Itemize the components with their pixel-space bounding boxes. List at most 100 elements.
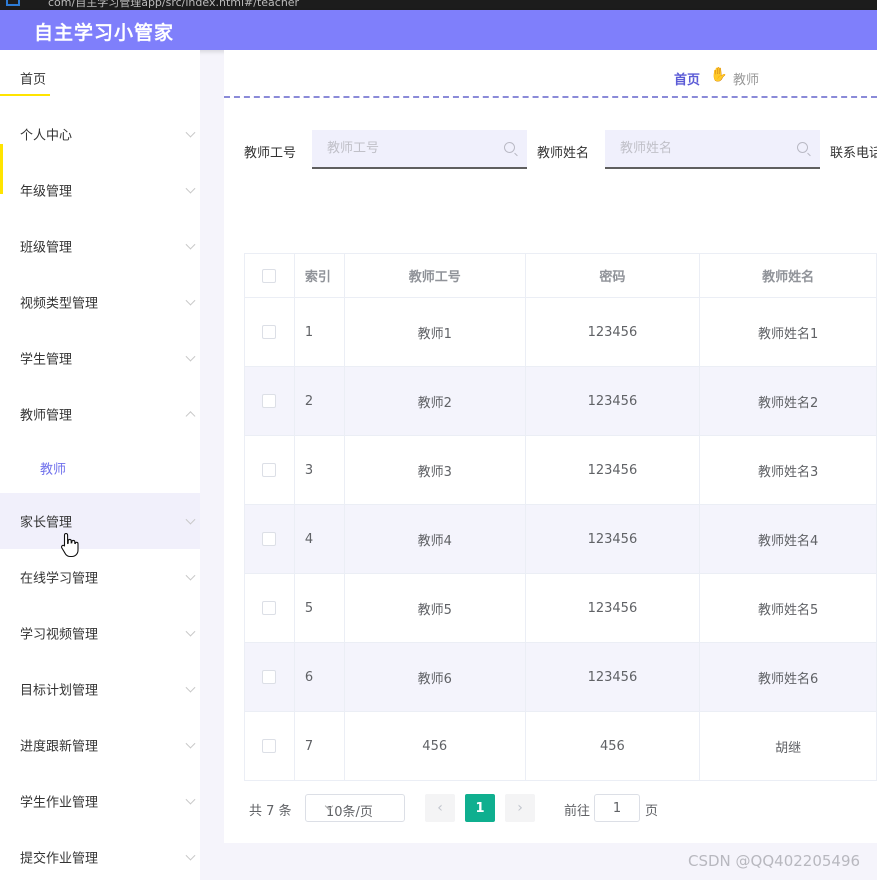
goto-page-input[interactable] (594, 794, 640, 822)
table-row[interactable]: 5 教师5 123456 教师姓名5 (245, 574, 877, 643)
row-password: 456 (525, 712, 701, 781)
column-header-teacher-no: 教师工号 (344, 254, 526, 298)
sidebar-item-label: 进度跟新管理 (20, 739, 99, 755)
page-size-value: 10条/页 (326, 805, 373, 820)
column-header-teacher-name: 教师姓名 (700, 254, 877, 298)
sidebar-item-label: 家长管理 (20, 515, 73, 531)
chevron-down-icon (185, 850, 196, 861)
row-checkbox-cell (245, 367, 295, 436)
teacher-no-label: 教师工号 (244, 146, 297, 161)
teacher-no-input[interactable] (312, 130, 492, 167)
sidebar-item-online-learning[interactable]: 在线学习管理 (0, 549, 200, 605)
sidebar-item-learning-video[interactable]: 学习视频管理 (0, 605, 200, 661)
sidebar-item-label: 学习视频管理 (20, 627, 99, 643)
sidebar-item-teacher[interactable]: 教师管理 (0, 386, 200, 442)
row-index: 2 (294, 367, 345, 436)
search-icon (797, 142, 808, 153)
table-row[interactable]: 3 教师3 123456 教师姓名3 (245, 436, 877, 505)
sidebar-item-student[interactable]: 学生管理 (0, 330, 200, 386)
sidebar-item-grade[interactable]: 年级管理 (0, 162, 200, 218)
table-row[interactable]: 7 456 456 胡继 (245, 712, 877, 781)
sidebar-item-goal-plan[interactable]: 目标计划管理 (0, 661, 200, 717)
row-teacher-no: 456 (344, 712, 526, 781)
chevron-down-icon (185, 239, 196, 250)
sidebar-item-label: 教师管理 (20, 408, 73, 424)
row-teacher-name: 教师姓名3 (700, 436, 877, 505)
row-checkbox-cell (245, 298, 295, 367)
chevron-up-icon (185, 411, 196, 422)
breadcrumb-home[interactable]: 首页 (674, 69, 700, 88)
breadcrumb: 首页 ✋ 教师 (224, 50, 877, 98)
select-all-cell (245, 254, 295, 298)
sidebar-item-label: 个人中心 (20, 128, 73, 144)
row-teacher-name: 教师姓名2 (700, 367, 877, 436)
sidebar-item-label: 首页 (20, 72, 47, 88)
teacher-name-label: 教师姓名 (537, 146, 590, 161)
browser-url: com/自主学习管理app/src/index.html#/teacher (48, 0, 300, 9)
row-checkbox[interactable] (262, 463, 277, 477)
teacher-table: 索引 教师工号 密码 教师姓名 1 教师1 123456 教师姓名1 2 教师2… (244, 253, 877, 781)
row-teacher-name: 教师姓名6 (700, 643, 877, 712)
hand-cursor-icon (60, 532, 79, 558)
prev-page-button[interactable]: ‹ (425, 794, 455, 822)
row-teacher-no: 教师5 (344, 574, 526, 643)
sidebar-item-label: 目标计划管理 (20, 683, 99, 699)
home-underline (0, 94, 50, 96)
table-row[interactable]: 4 教师4 123456 教师姓名4 (245, 505, 877, 574)
row-checkbox-cell (245, 574, 295, 643)
page-number-button[interactable]: 1 (465, 794, 495, 822)
column-header-index: 索引 (294, 254, 345, 298)
sidebar-item-submit-homework[interactable]: 提交作业管理 (0, 829, 200, 880)
breadcrumb-current: 教师 (733, 73, 760, 88)
row-teacher-no: 教师6 (344, 643, 526, 712)
row-password: 123456 (525, 436, 701, 505)
table-header-row: 索引 教师工号 密码 教师姓名 (245, 254, 877, 298)
sidebar-item-class[interactable]: 班级管理 (0, 218, 200, 274)
pagination: 共 7 条 10条/页 ‹ 1 › 前往 页 (244, 793, 864, 823)
row-teacher-name: 教师姓名4 (700, 505, 877, 574)
row-checkbox[interactable] (262, 739, 277, 753)
column-header-password: 密码 (525, 254, 701, 298)
goto-label: 前往 (564, 804, 591, 819)
row-teacher-name: 胡继 (700, 712, 877, 781)
row-index: 5 (294, 574, 345, 643)
chevron-down-icon (185, 351, 196, 362)
row-index: 6 (294, 643, 345, 712)
row-checkbox[interactable] (262, 394, 277, 408)
watermark: CSDN @QQ402205496 (688, 852, 861, 870)
teacher-name-input[interactable] (605, 130, 785, 167)
chevron-down-icon (185, 183, 196, 194)
next-page-button[interactable]: › (505, 794, 535, 822)
sidebar-item-profile[interactable]: 个人中心 (0, 106, 200, 162)
row-checkbox-cell (245, 643, 295, 712)
chevron-down-icon (185, 682, 196, 693)
row-teacher-no: 教师3 (344, 436, 526, 505)
row-index: 1 (294, 298, 345, 367)
row-checkbox[interactable] (262, 670, 277, 684)
row-checkbox-cell (245, 505, 295, 574)
row-checkbox[interactable] (262, 532, 277, 546)
sidebar-item-homework[interactable]: 学生作业管理 (0, 773, 200, 829)
row-teacher-no: 教师2 (344, 367, 526, 436)
row-index: 7 (294, 712, 345, 781)
sidebar-subitem-teacher[interactable]: 教师 (0, 440, 200, 496)
row-teacher-name: 教师姓名5 (700, 574, 877, 643)
row-password: 123456 (525, 298, 701, 367)
pagination-total: 共 7 条 (249, 804, 292, 819)
row-checkbox[interactable] (262, 325, 277, 339)
browser-bar: com/自主学习管理app/src/index.html#/teacher (0, 0, 877, 10)
table-row[interactable]: 2 教师2 123456 教师姓名2 (245, 367, 877, 436)
sidebar-item-progress[interactable]: 进度跟新管理 (0, 717, 200, 773)
sidebar-item-video-type[interactable]: 视频类型管理 (0, 274, 200, 330)
table-row[interactable]: 1 教师1 123456 教师姓名1 (245, 298, 877, 367)
sidebar-item-parent[interactable]: 家长管理 (0, 493, 200, 549)
sidebar-subitem-label: 教师 (40, 462, 67, 478)
row-password: 123456 (525, 643, 701, 712)
row-checkbox[interactable] (262, 601, 277, 615)
page-size-select[interactable]: 10条/页 (305, 794, 405, 822)
sidebar-item-label: 班级管理 (20, 240, 73, 256)
select-all-checkbox[interactable] (262, 268, 277, 283)
table-row[interactable]: 6 教师6 123456 教师姓名6 (245, 643, 877, 712)
row-teacher-name: 教师姓名1 (700, 298, 877, 367)
sidebar-item-home[interactable]: 首页 (0, 50, 200, 106)
